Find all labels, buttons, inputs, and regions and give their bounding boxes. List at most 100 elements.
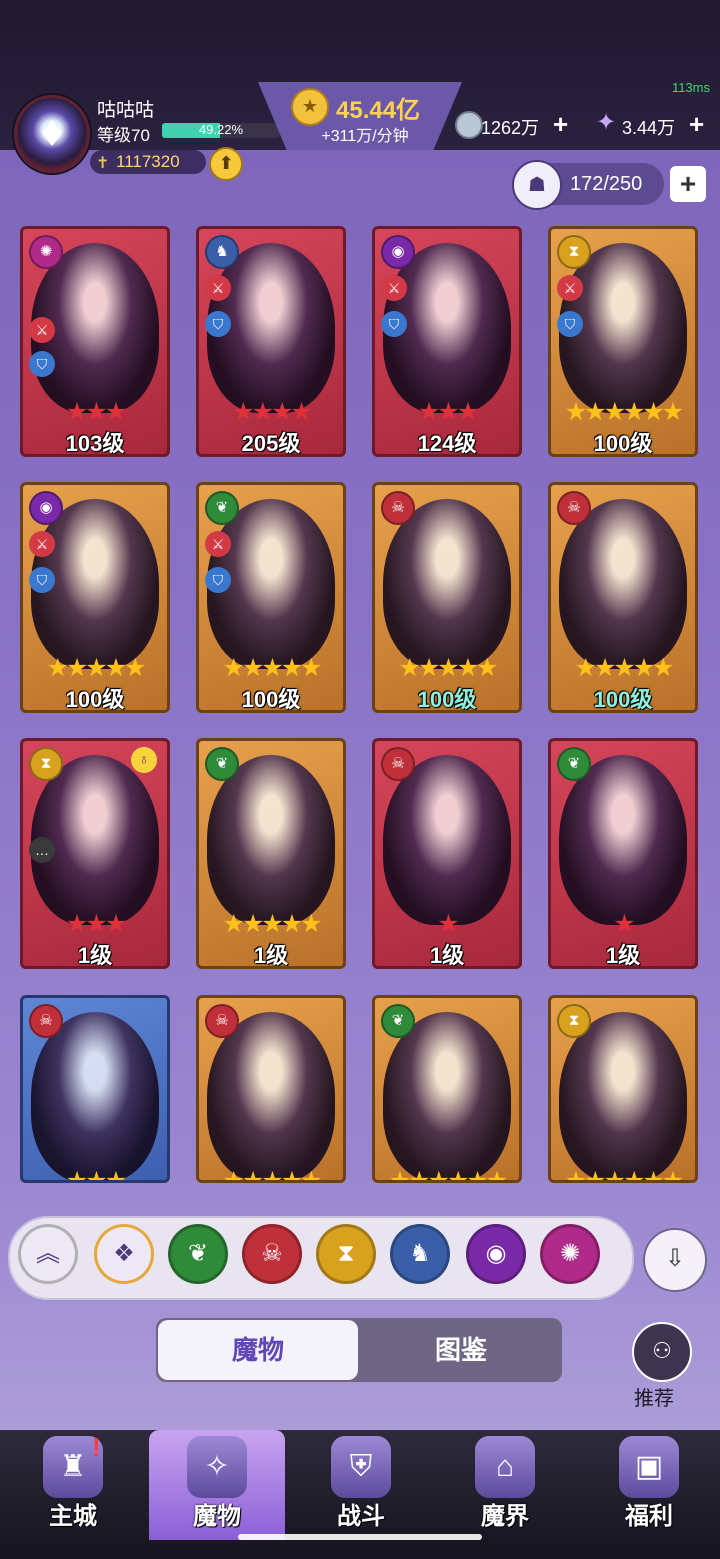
tab-codex[interactable]: 图鉴: [362, 1320, 560, 1380]
attack-gear-icon: ⚔: [557, 275, 583, 301]
monster-card[interactable]: ◉ ⚔ ⛉ ★★★★★ 100级: [20, 482, 170, 713]
defense-gear-icon: ⛉: [205, 311, 231, 337]
recommend-team-icon[interactable]: ⚇: [632, 1322, 692, 1382]
attack-gear-icon: ⚔: [381, 275, 407, 301]
monster-card[interactable]: ♞ ⚔ ⛉ ★★★★ 205级: [196, 226, 346, 457]
monster-card[interactable]: ❦ ★★★★★★: [372, 995, 522, 1183]
monster-card[interactable]: ☠ ★ 1级: [372, 738, 522, 969]
recommend-label[interactable]: 推荐: [634, 1382, 674, 1411]
home-indicator: [238, 1534, 482, 1540]
monster-card[interactable]: ❦ ⚔ ⛉ ★★★★★ 100级: [196, 482, 346, 713]
star-rating: ★★★: [417, 398, 479, 426]
monster-portrait: [383, 499, 511, 669]
star-crystal-icon: ✦: [596, 109, 617, 136]
nav-label: 魔物: [193, 1503, 241, 1530]
star-rating: ★★★★★: [398, 654, 498, 682]
demon-faction-icon: ☠: [557, 491, 591, 525]
filter-void-button[interactable]: ✺: [540, 1224, 600, 1284]
monster-level: 100级: [65, 687, 125, 712]
defense-gear-icon: ⛉: [29, 567, 55, 593]
defense-gear-icon: ⛉: [381, 311, 407, 337]
monster-portrait: [559, 499, 687, 669]
star-rating: ★★★★★★: [388, 1167, 508, 1183]
power-value: 1117320: [116, 152, 180, 171]
upgrade-arrow-button[interactable]: ⬆: [209, 147, 243, 181]
star-rating: ★★★: [65, 398, 127, 426]
tab-monster[interactable]: 魔物: [158, 1320, 358, 1380]
item-badge-icon: ♁: [131, 747, 157, 773]
sort-button[interactable]: ⇩: [643, 1228, 707, 1292]
filter-all-button[interactable]: ❖: [94, 1224, 154, 1284]
attack-gear-icon: ⚔: [205, 531, 231, 557]
star-rating: ★★★★★★: [564, 1167, 684, 1183]
monster-portrait: [383, 755, 511, 925]
leaf-faction-icon: ❦: [381, 1004, 415, 1038]
monster-level: 100级: [593, 687, 653, 712]
star-rating: ★★★★★: [222, 1167, 322, 1183]
demon-faction-icon: ☠: [205, 1004, 239, 1038]
leaf-faction-icon: ❦: [205, 747, 239, 781]
cat-head-icon: ☗: [512, 160, 562, 210]
portal-icon: ⌂: [475, 1436, 535, 1498]
monster-level: 100级: [593, 431, 653, 456]
monster-card[interactable]: ☠ ★★★★★ 100级: [372, 482, 522, 713]
star-rating: ★★★★★: [46, 654, 146, 682]
player-avatar[interactable]: [14, 95, 90, 173]
monster-card[interactable]: ☠ ★★★★★: [196, 995, 346, 1183]
alert-exclamation-icon: !: [92, 1432, 101, 1462]
attack-gear-icon: ⚔: [29, 531, 55, 557]
filter-collapse-button[interactable]: ︽: [18, 1224, 78, 1284]
shield-sword-icon: ⛨: [331, 1436, 391, 1498]
nav-item-5[interactable]: ▣ 福利: [579, 1430, 719, 1559]
star-rating: ★★★★★: [574, 654, 674, 682]
player-level: 等级70: [97, 126, 150, 145]
gold-rate: +311万/分钟: [321, 128, 409, 145]
monster-level: 1级: [429, 943, 465, 968]
monster-card[interactable]: ☠ ★★★: [20, 995, 170, 1183]
monster-level: 100级: [241, 687, 301, 712]
xp-percent: 49.22%: [198, 122, 244, 137]
filter-time-button[interactable]: ⧗: [316, 1224, 376, 1284]
monster-card[interactable]: ⧗ ♁ … ★★★ 1级: [20, 738, 170, 969]
nav-item-1[interactable]: ♜ 主城: [3, 1430, 143, 1559]
flame-crystal-icon: ✧: [187, 1436, 247, 1498]
monster-capacity: 172/250: [570, 173, 643, 195]
monster-level: 103级: [65, 431, 125, 456]
silver-coin-icon: [455, 111, 483, 139]
add-crystal-button[interactable]: +: [689, 109, 704, 140]
monster-portrait: [31, 1012, 159, 1180]
monster-portrait: [207, 1012, 335, 1180]
monster-portrait: [207, 755, 335, 925]
defense-gear-icon: ⛉: [205, 567, 231, 593]
star-rating: ★★★★★★: [564, 398, 684, 426]
filter-nature-button[interactable]: ❦: [168, 1224, 228, 1284]
monster-card[interactable]: ✺ ⚔ ⛉ ★★★ 103级: [20, 226, 170, 457]
filter-demon-button[interactable]: ☠: [242, 1224, 302, 1284]
ping-indicator: 113ms: [671, 80, 710, 95]
demon-faction-icon: ☠: [381, 491, 415, 525]
monster-card[interactable]: ❦ ★ 1级: [548, 738, 698, 969]
demon-faction-icon: ☠: [381, 747, 415, 781]
monster-level: 100级: [417, 687, 477, 712]
leaf-faction-icon: ❦: [557, 747, 591, 781]
demon-faction-icon: ☠: [29, 1004, 63, 1038]
add-silver-button[interactable]: +: [553, 109, 568, 140]
dragon-faction-icon: ♞: [205, 235, 239, 269]
monster-card[interactable]: ❦ ★★★★★ 1级: [196, 738, 346, 969]
monster-card[interactable]: ☠ ★★★★★ 100级: [548, 482, 698, 713]
attack-gear-icon: ⚔: [205, 275, 231, 301]
treasure-chest-icon: ▣: [619, 1436, 679, 1498]
filter-dragon-button[interactable]: ♞: [390, 1224, 450, 1284]
monster-card[interactable]: ◉ ⚔ ⛉ ★★★ 124级: [372, 226, 522, 457]
monster-card[interactable]: ⧗ ⚔ ⛉ ★★★★★★ 100级: [548, 226, 698, 457]
monster-level: 205级: [241, 431, 301, 456]
monster-card[interactable]: ⧗ ★★★★★★: [548, 995, 698, 1183]
filter-eye-button[interactable]: ◉: [466, 1224, 526, 1284]
monster-level: 1级: [77, 943, 113, 968]
hourglass-faction-icon: ⧗: [29, 747, 63, 781]
monster-level: 124级: [417, 431, 477, 456]
star-rating: ★★★★: [232, 398, 313, 426]
avatar-gem-icon: [42, 120, 62, 146]
expand-capacity-button[interactable]: +: [670, 166, 706, 202]
chat-bubble-icon: …: [29, 837, 55, 863]
